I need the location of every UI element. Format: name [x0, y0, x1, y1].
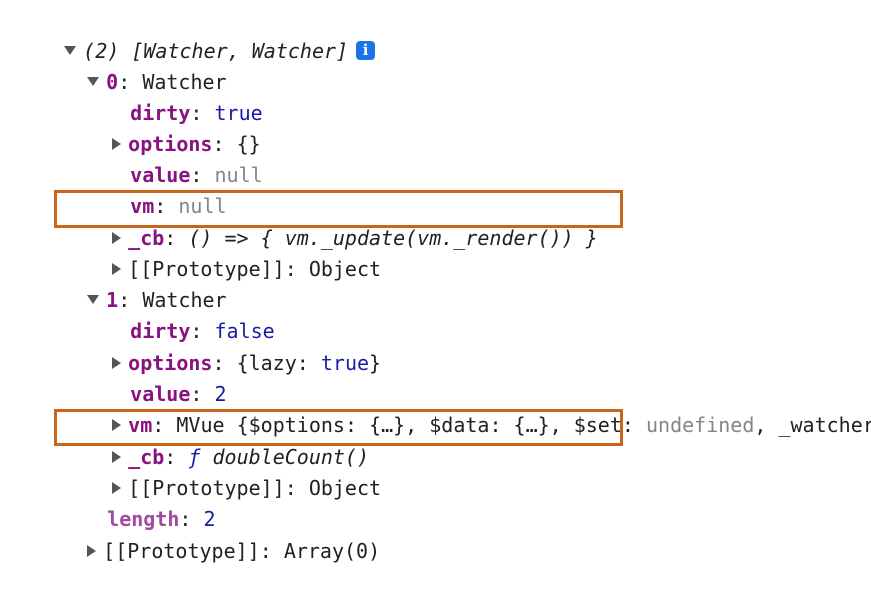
prototype-value: Object — [308, 476, 382, 500]
prototype-value: Object — [308, 257, 382, 281]
item-1-value-row: value: 2 — [130, 382, 227, 406]
info-icon[interactable]: i — [356, 41, 376, 60]
item-0-value-row: value: null — [130, 163, 263, 187]
item-0-vm-row: vm: null — [130, 194, 227, 218]
options-open: {lazy: — [236, 351, 321, 375]
highlight-box — [54, 190, 623, 228]
item-1-prototype-row[interactable]: [[Prototype]]: Object — [64, 442, 381, 500]
item-0-options-row[interactable]: options: {} — [64, 98, 261, 156]
vm-undefined: undefined — [645, 413, 755, 437]
item-0-dirty-row: dirty: true — [130, 101, 263, 125]
vm-preview-2: , _watcher — [754, 413, 871, 437]
array-length-row: length: 2 — [107, 507, 216, 531]
highlight-box — [54, 409, 623, 446]
array-root-row[interactable]: (2) [Watcher, Watcher] i — [16, 5, 376, 63]
expand-right-icon[interactable] — [87, 544, 97, 557]
item-1-row[interactable]: 1: Watcher — [39, 254, 227, 312]
item-1-vm-row[interactable]: vm: MVue {$options: {…}, $data: {…}, $se… — [64, 379, 871, 437]
prototype-value: Array(0) — [283, 539, 381, 563]
item-1-dirty-row: dirty: false — [130, 319, 275, 343]
options-close: } — [369, 351, 382, 375]
array-prototype-row[interactable]: [[Prototype]]: Array(0) — [39, 505, 380, 563]
item-1-options-row[interactable]: options: {lazy: true} — [64, 317, 381, 375]
options-lazy-value: true — [320, 351, 370, 375]
devtools-console-output: (2) [Watcher, Watcher] i 0: Watcher dirty… — [0, 0, 871, 563]
item-0-row[interactable]: 0: Watcher — [39, 36, 227, 94]
prototype-key: [[Prototype]] — [103, 539, 260, 563]
